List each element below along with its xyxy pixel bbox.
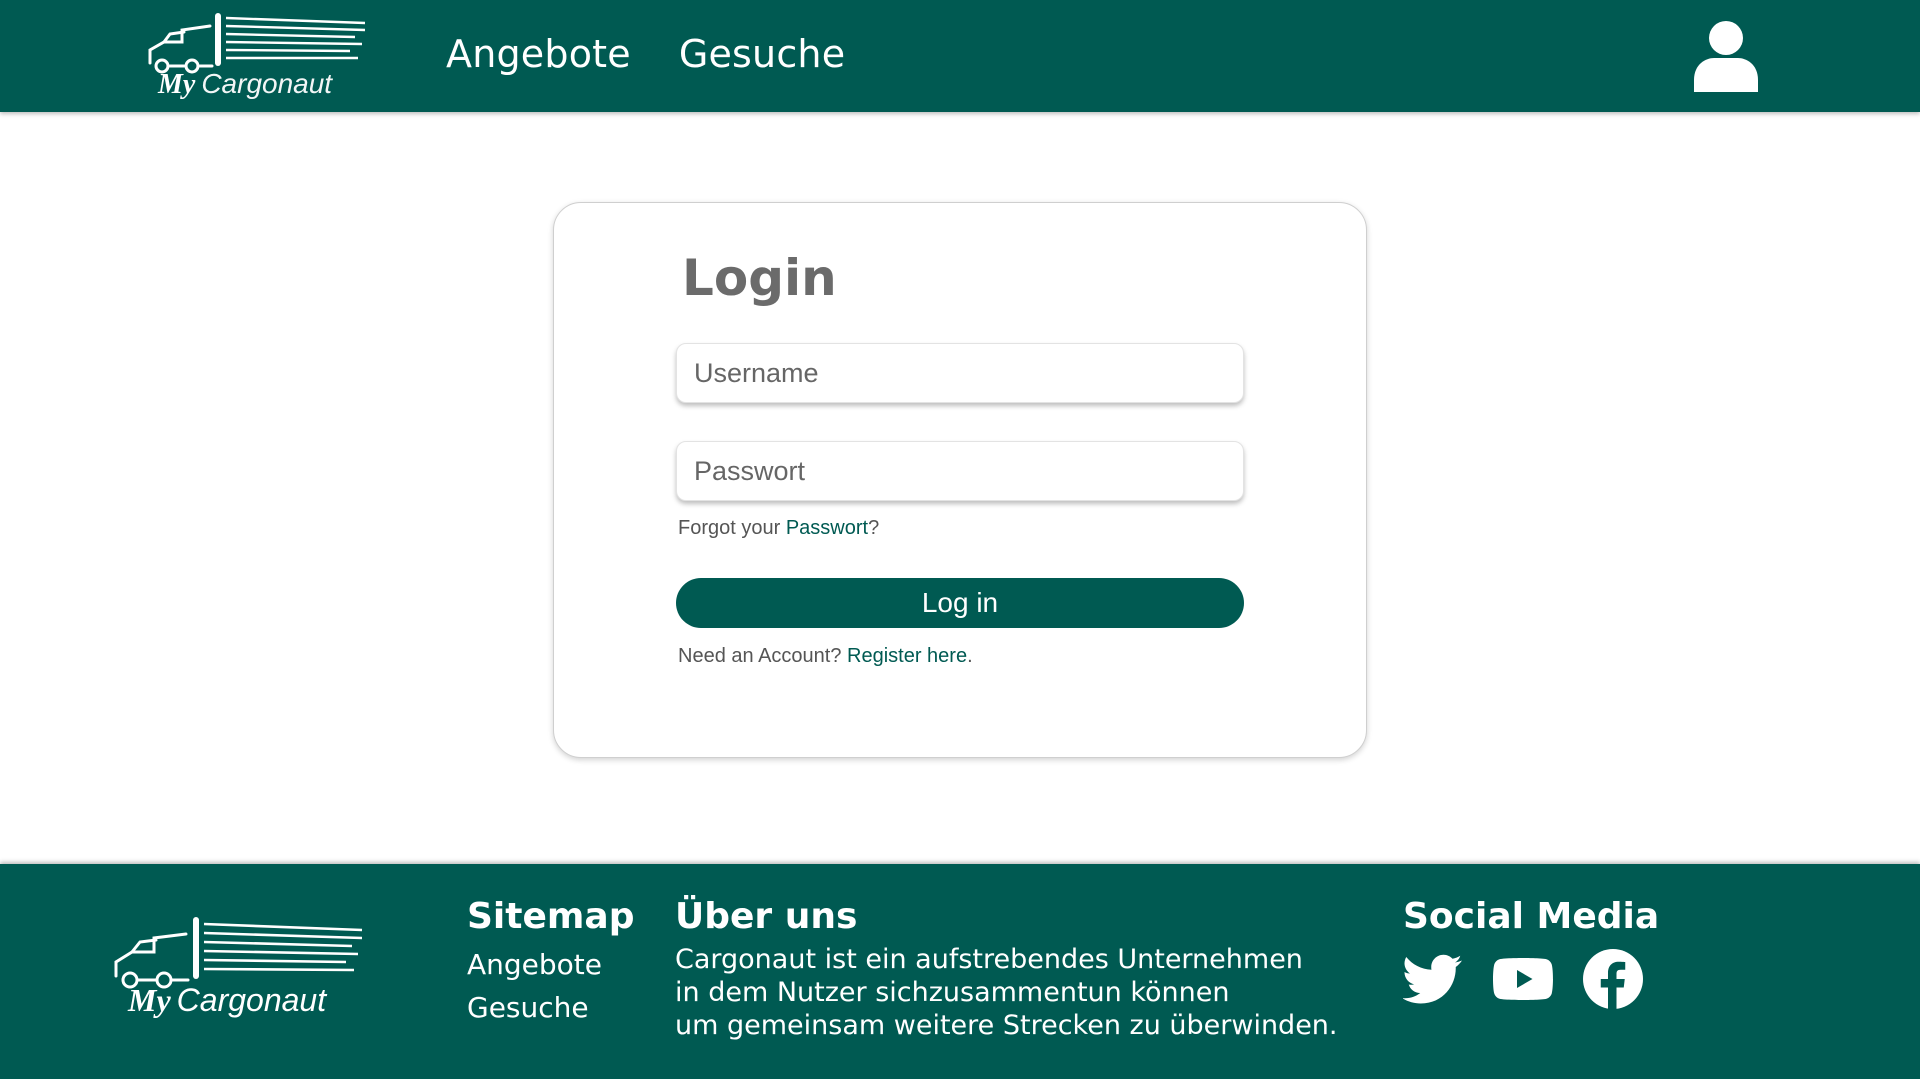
youtube-icon[interactable] xyxy=(1493,949,1553,1009)
footer: My Cargonaut Sitemap Angebote Gesuche Übe… xyxy=(0,864,1920,1079)
logo-prefix: My xyxy=(158,69,196,100)
footer-logo-name: Cargonaut xyxy=(176,982,327,1018)
sitemap-title: Sitemap xyxy=(467,896,635,937)
about-line: in dem Nutzer sichzusammentun können xyxy=(675,977,1230,1008)
facebook-icon[interactable] xyxy=(1583,949,1643,1009)
login-card: Login Forgot your Passwort? Log in Need … xyxy=(553,202,1367,758)
twitter-icon[interactable] xyxy=(1402,949,1463,1009)
password-input[interactable] xyxy=(676,441,1244,501)
register-text: Need an Account? Register here. xyxy=(678,645,973,667)
forgot-password-link[interactable]: Passwort xyxy=(786,517,868,539)
nav-gesuche[interactable]: Gesuche xyxy=(679,32,845,76)
about-line: Cargonaut ist ein aufstrebendes Unterneh… xyxy=(675,944,1303,975)
top-navbar: My Cargonaut Angebote Gesuche xyxy=(0,0,1920,112)
social-title: Social Media xyxy=(1403,896,1660,937)
footer-social: Social Media xyxy=(1402,896,1660,1009)
sitemap-link-gesuche[interactable]: Gesuche xyxy=(467,986,634,1029)
sitemap-link-angebote[interactable]: Angebote xyxy=(467,943,634,986)
login-button[interactable]: Log in xyxy=(676,578,1244,628)
register-link[interactable]: Register here xyxy=(847,645,967,667)
login-title: Login xyxy=(682,249,837,307)
username-input[interactable] xyxy=(676,343,1244,403)
logo[interactable]: My Cargonaut xyxy=(140,8,368,104)
footer-sitemap: Sitemap Angebote Gesuche xyxy=(467,896,634,1029)
footer-about: Über uns Cargonaut ist ein aufstrebendes… xyxy=(675,896,1338,1042)
footer-logo-prefix: My xyxy=(128,982,171,1018)
forgot-password-text: Forgot your Passwort? xyxy=(678,517,880,539)
about-title: Über uns xyxy=(675,896,858,937)
logo-name: Cargonaut xyxy=(201,68,333,99)
nav-angebote[interactable]: Angebote xyxy=(446,32,631,76)
user-icon[interactable] xyxy=(1694,20,1758,92)
footer-logo[interactable]: My Cargonaut xyxy=(108,914,364,1024)
about-line: um gemeinsam weitere Strecken zu überwin… xyxy=(675,1010,1338,1041)
main-nav: Angebote Gesuche xyxy=(446,32,845,76)
